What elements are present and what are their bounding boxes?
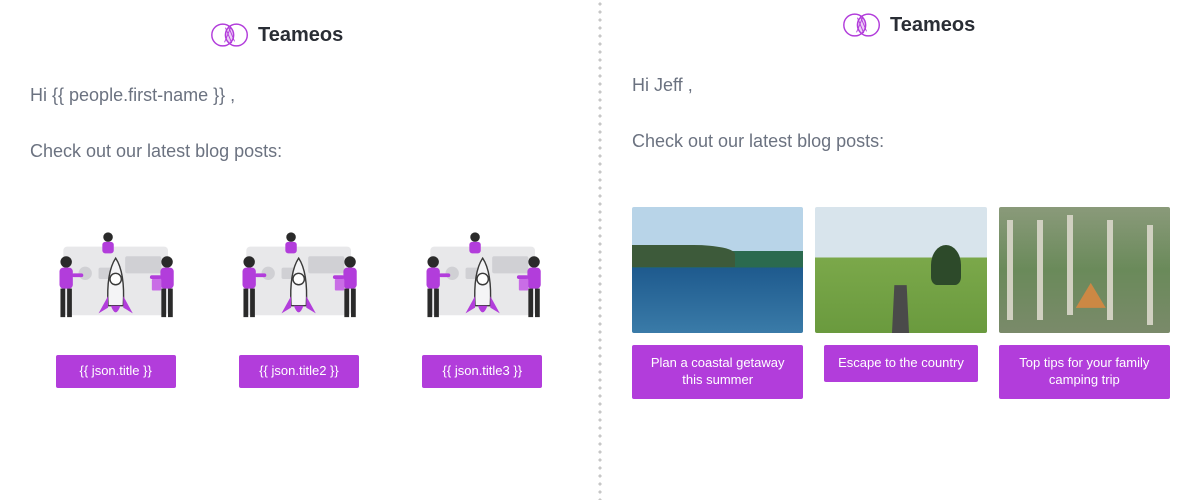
blog-card: {{ json.title3 }}	[397, 217, 568, 388]
blog-card-title-button[interactable]: Top tips for your family camping trip	[999, 345, 1170, 399]
blog-card-image	[213, 217, 384, 343]
blog-cards-row: Plan a coastal getaway this summer Escap…	[632, 207, 1170, 399]
blog-card-title-button[interactable]: Plan a coastal getaway this summer	[632, 345, 803, 399]
blog-card-title-button[interactable]: {{ json.title }}	[56, 355, 176, 388]
blog-card-title-button[interactable]: Escape to the country	[824, 345, 978, 382]
brand-logo: Teameos	[210, 20, 568, 50]
blog-card: {{ json.title2 }}	[213, 217, 384, 388]
email-rendered-panel: Teameos Hi Jeff , Check out our latest b…	[602, 0, 1200, 500]
blog-card-title-button[interactable]: {{ json.title2 }}	[239, 355, 359, 388]
blog-card-image	[632, 207, 803, 333]
blog-card-image	[30, 217, 201, 343]
brand-name: Teameos	[258, 24, 343, 47]
intro-text: Check out our latest blog posts:	[632, 131, 1170, 152]
blog-card-title-button[interactable]: {{ json.title3 }}	[422, 355, 542, 388]
blog-cards-row: {{ json.title }}	[30, 217, 568, 388]
blog-card-image	[397, 217, 568, 343]
greeting-text: Hi {{ people.first-name }} ,	[30, 85, 568, 106]
email-template-panel: Teameos Hi {{ people.first-name }} , Che…	[0, 0, 598, 500]
brand-logo-icon	[842, 10, 882, 40]
greeting-text: Hi Jeff ,	[632, 75, 1170, 96]
brand-name: Teameos	[890, 14, 975, 37]
brand-logo-icon	[210, 20, 250, 50]
blog-card-image	[999, 207, 1170, 333]
intro-text: Check out our latest blog posts:	[30, 141, 568, 162]
blog-card: Top tips for your family camping trip	[999, 207, 1170, 399]
blog-card-image	[815, 207, 986, 333]
brand-logo: Teameos	[842, 10, 1170, 40]
blog-card: {{ json.title }}	[30, 217, 201, 388]
blog-card: Escape to the country	[815, 207, 986, 399]
blog-card: Plan a coastal getaway this summer	[632, 207, 803, 399]
